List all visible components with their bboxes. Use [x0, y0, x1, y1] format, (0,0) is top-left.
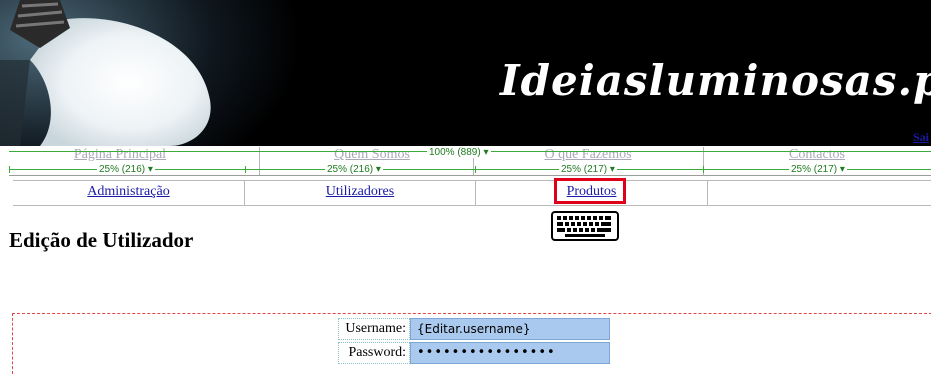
admin-menu: Administração Utilizadores Produtos [13, 180, 931, 206]
table-width-hint[interactable]: 100% (889) ▾ [427, 147, 491, 158]
page-title: Edição de Utilizador [9, 228, 194, 252]
site-logo-text: Ideiasluminosas.pt [500, 56, 931, 105]
dropdown-arrow-icon: ▾ [839, 164, 845, 175]
username-field[interactable]: {Editar.username} [410, 318, 610, 340]
dropdown-arrow-icon: ▾ [609, 164, 615, 175]
lightbulb-icon [0, 0, 211, 146]
column-width-hint-1[interactable]: 25% (216) ▾ [97, 164, 155, 175]
password-label: Password: [338, 342, 410, 364]
username-label: Username: [338, 318, 410, 340]
dropdown-arrow-icon: ▾ [147, 164, 153, 175]
keyboard-icon[interactable] [551, 211, 619, 241]
dropdown-arrow-icon: ▾ [483, 147, 489, 158]
column-width-hint-3[interactable]: 25% (217) ▾ [559, 164, 617, 175]
admin-menu-item-administration[interactable]: Administração [13, 181, 244, 205]
top-menu: Página Principal Quem Somos O que Fazemo… [9, 147, 931, 176]
header-banner: Ideiasluminosas.pt Sai [0, 0, 931, 146]
admin-menu-item-users[interactable]: Utilizadores [245, 181, 475, 205]
password-field[interactable]: •••••••••••••••• [410, 342, 610, 364]
selection-highlight [554, 178, 626, 204]
dropdown-arrow-icon: ▾ [375, 164, 381, 175]
logout-link[interactable]: Sai [913, 130, 929, 145]
column-width-hint-4[interactable]: 25% (217) ▾ [789, 164, 847, 175]
column-width-hint-2[interactable]: 25% (216) ▾ [325, 164, 383, 175]
admin-menu-item-empty [708, 181, 931, 205]
